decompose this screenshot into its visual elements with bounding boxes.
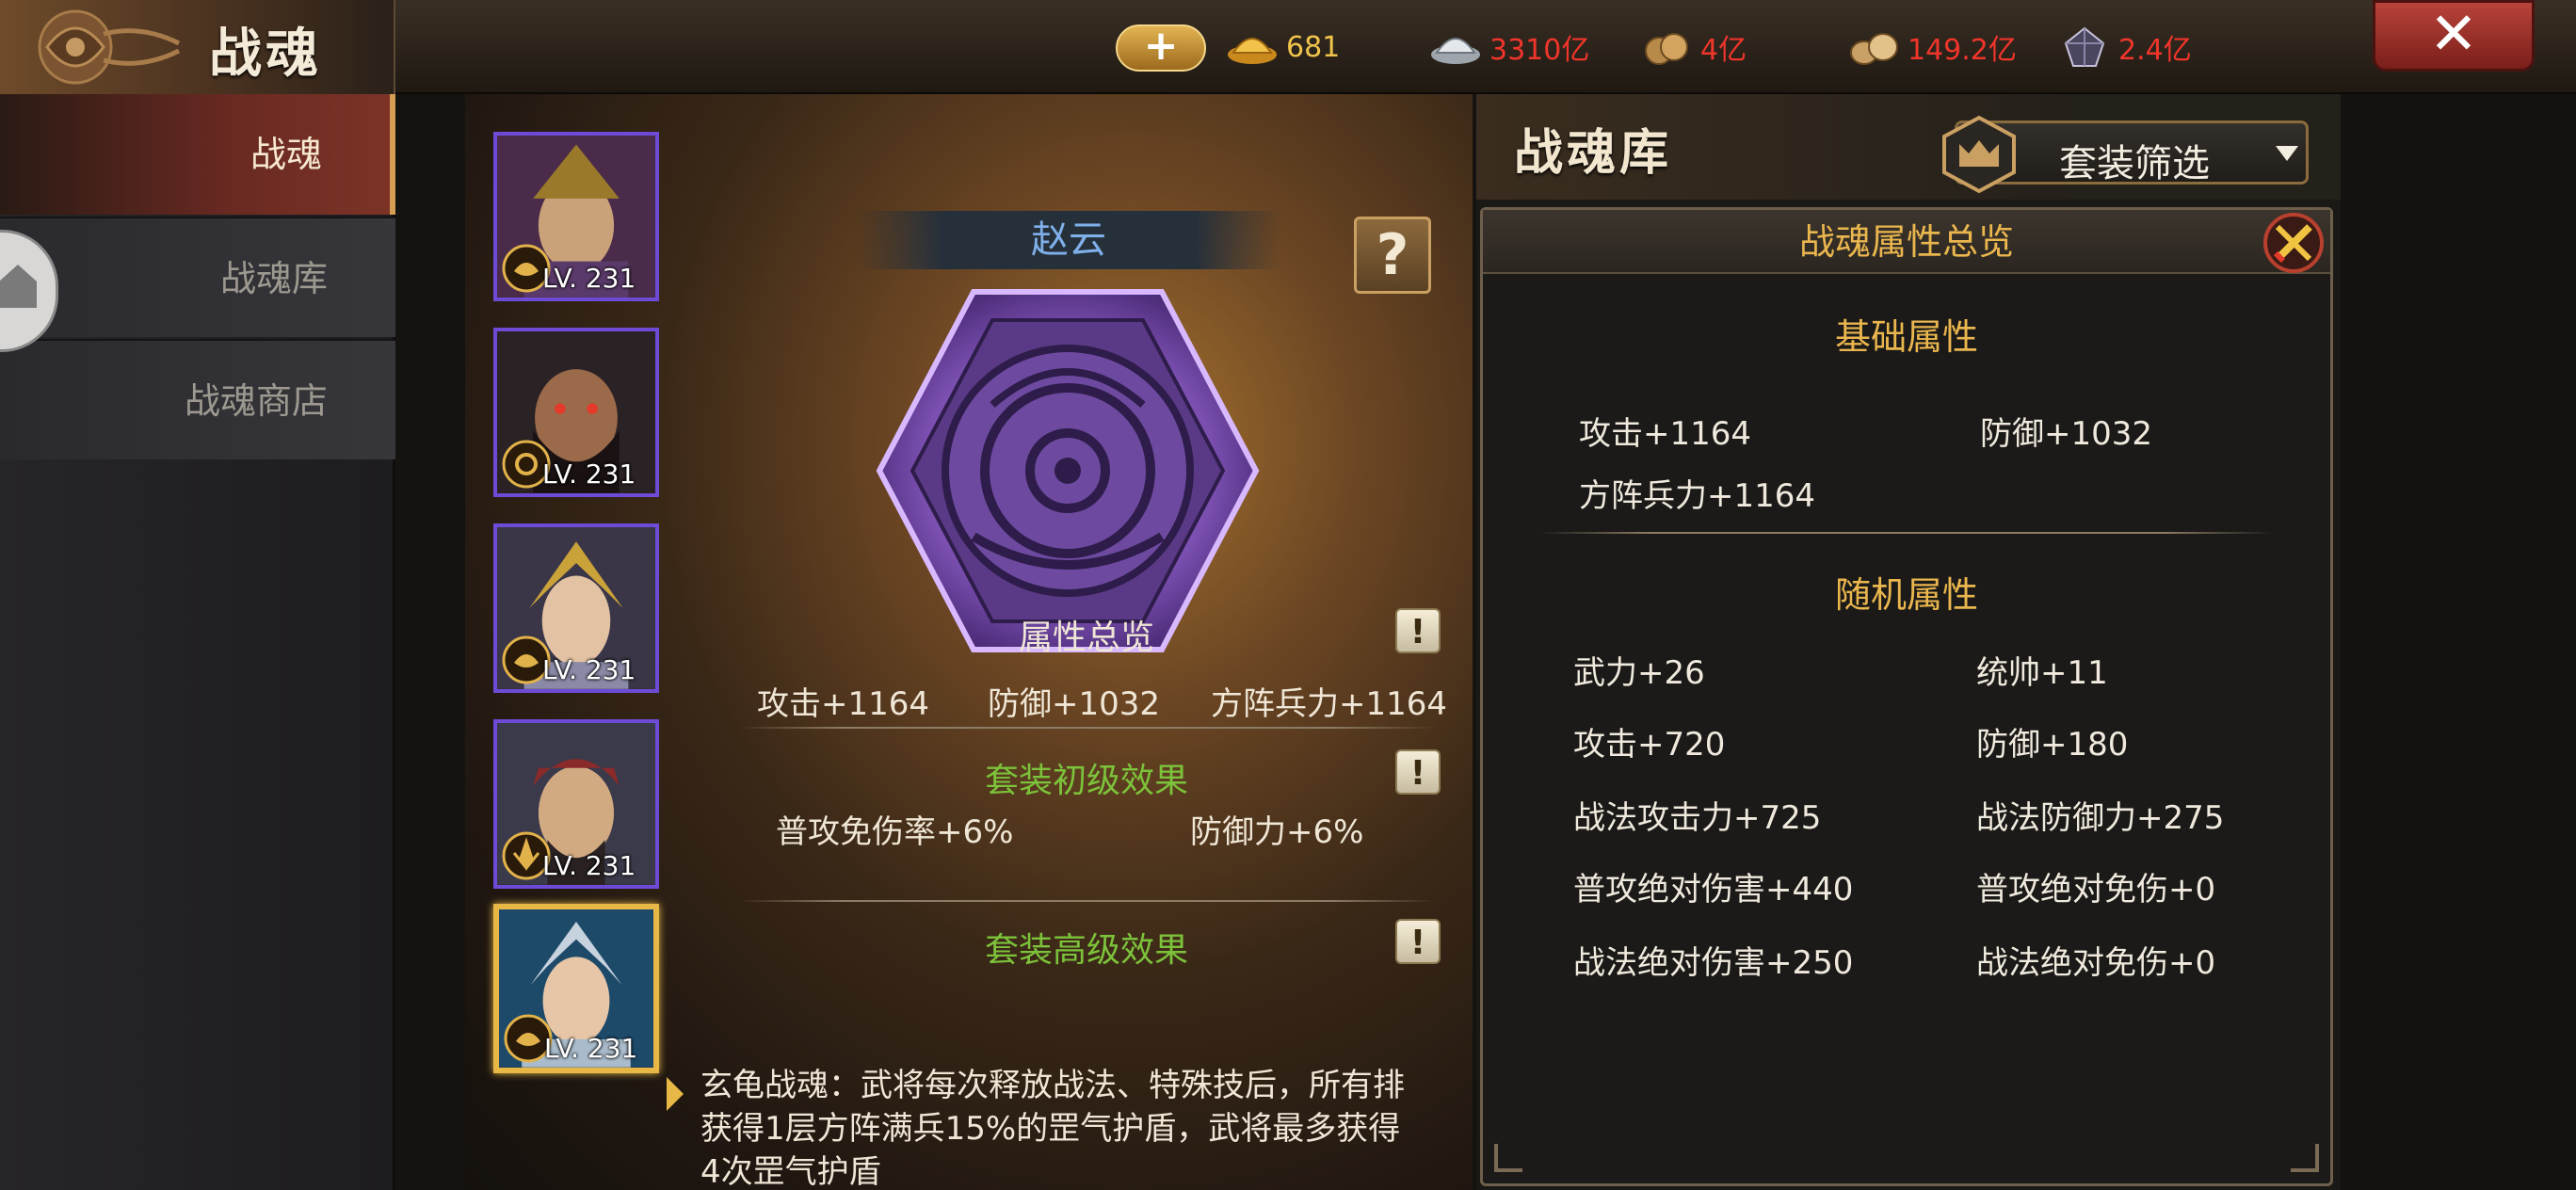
gold-amount: 681 <box>1286 30 1341 64</box>
hero-level: LV. 231 <box>542 654 636 685</box>
overview-stat: 方阵兵力+1164 <box>1211 685 1448 723</box>
selection-arrow <box>667 1077 684 1111</box>
grain-sack-icon <box>1645 33 1688 65</box>
silver-amount: 3310亿 <box>1489 34 1590 67</box>
coin-amount: 149.2亿 <box>1908 34 2017 67</box>
set-advanced-info-button[interactable]: ! <box>1395 919 1441 964</box>
resource-gold: 681 <box>1226 21 1340 73</box>
random-attributes-title: 随机属性 <box>1834 574 1978 616</box>
basic-stat: 防御+1032 <box>1980 415 2153 453</box>
nav-item-war-soul-shop[interactable]: 战魂商店 <box>0 339 395 459</box>
divider <box>1539 532 2274 534</box>
overview-info-button[interactable]: ! <box>1395 608 1441 653</box>
hero-detail-panel: LV. 231 LV. 231 LV. 231 LV. 231 LV. 231 … <box>465 94 1473 1190</box>
hero-level: LV. 231 <box>542 263 636 294</box>
set-filter-dropdown[interactable]: 套装筛选 <box>1942 115 2309 194</box>
overview-title: 属性总览 <box>1018 619 1154 657</box>
help-button[interactable]: ? <box>1354 217 1431 294</box>
attribute-overview-box: 战魂属性总览 基础属性 攻击+1164 防御+1032 方阵兵力+1164 随机… <box>1480 207 2333 1186</box>
set-basic-title: 套装初级效果 <box>984 762 1188 800</box>
top-bar: 战魂 + 681 3310亿 4亿 149.2亿 2.4亿 ✕ <box>0 0 2576 94</box>
library-title: 战魂库 <box>1514 125 1673 182</box>
grain-amount: 4亿 <box>1700 34 1747 67</box>
crossed-swords-close-icon[interactable] <box>2262 212 2325 274</box>
chevron-down-icon <box>2276 146 2298 161</box>
set-basic-stat: 普攻免伤率+6% <box>776 813 1014 851</box>
filter-label: 套装筛选 <box>2059 142 2210 185</box>
random-stat: 防御+180 <box>1976 726 2129 764</box>
crystal-icon <box>2064 26 2105 67</box>
floating-side-tab[interactable] <box>0 230 58 352</box>
nav-item-war-soul[interactable]: 战魂 <box>0 94 395 215</box>
random-stat: 普攻绝对免伤+0 <box>1976 871 2216 909</box>
close-button[interactable]: ✕ <box>2373 0 2535 72</box>
random-stat: 普攻绝对伤害+440 <box>1573 871 1854 909</box>
resource-grain: 4亿 <box>1640 21 1747 73</box>
coin-bag-icon <box>1850 33 1898 65</box>
basic-stat: 方阵兵力+1164 <box>1579 477 1816 515</box>
frame-corner <box>1494 1144 1522 1172</box>
hero-portrait[interactable]: LV. 231 <box>493 719 659 889</box>
basic-attributes-title: 基础属性 <box>1834 316 1978 358</box>
background-strip <box>2341 94 2576 1190</box>
silver-ingot-icon <box>1431 38 1480 64</box>
hero-portrait[interactable]: LV. 231 <box>493 132 659 301</box>
resource-silver: 3310亿 <box>1429 21 1589 73</box>
set-basic-stat: 防御力+6% <box>1190 813 1364 851</box>
resource-coin: 149.2亿 <box>1847 21 2017 73</box>
frame-corner <box>2291 1144 2319 1172</box>
random-stat: 统帅+11 <box>1976 654 2108 692</box>
random-stat: 武力+26 <box>1573 654 1705 692</box>
random-stat: 战法绝对伤害+250 <box>1573 944 1854 982</box>
divider <box>738 900 1435 902</box>
set-advanced-title: 套装高级效果 <box>984 931 1188 970</box>
basic-stat: 攻击+1164 <box>1579 415 1752 453</box>
resource-crystal: 2.4亿 <box>2058 21 2192 73</box>
page-title: 战魂 <box>209 24 322 85</box>
random-stat: 战法绝对免伤+0 <box>1976 944 2216 982</box>
war-soul-library-panel: 战魂库 套装筛选 战魂属性总览 基础属性 攻击+1164 防御+1032 方阵兵… <box>1476 94 2341 1190</box>
dragon-emblem-icon <box>38 9 181 85</box>
hero-level: LV. 231 <box>544 1033 638 1064</box>
hero-portrait[interactable]: LV. 231 <box>493 328 659 497</box>
hero-level: LV. 231 <box>542 850 636 881</box>
left-nav: 战魂 战魂库 战魂商店 <box>0 94 395 1190</box>
set-basic-info-button[interactable]: ! <box>1395 749 1441 795</box>
hero-portrait[interactable]: LV. 231 <box>493 523 659 693</box>
hero-portrait-selected[interactable]: LV. 231 <box>493 904 659 1073</box>
title-plate: 战魂 <box>0 0 395 94</box>
nav-item-war-soul-library[interactable]: 战魂库 <box>0 217 395 337</box>
random-stat: 攻击+720 <box>1573 726 1726 764</box>
library-header: 战魂库 套装筛选 <box>1476 94 2341 200</box>
attribute-overview-title: 战魂属性总览 <box>1483 210 2330 274</box>
overview-stat: 攻击+1164 <box>757 685 930 723</box>
gold-ingot-icon <box>1228 38 1277 64</box>
home-icon <box>0 265 37 308</box>
crystal-amount: 2.4亿 <box>2118 34 2192 67</box>
overview-stat: 防御+1032 <box>988 685 1161 723</box>
filter-crown-icon <box>1942 115 2016 194</box>
add-currency-button[interactable]: + <box>1116 24 1206 72</box>
divider <box>738 727 1435 729</box>
random-stat: 战法攻击力+725 <box>1573 799 1822 837</box>
set-advanced-description: 玄龟战魂：武将每次释放战法、特殊技后，所有排获得1层方阵满兵15%的罡气护盾，武… <box>700 1067 1405 1190</box>
random-stat: 战法防御力+275 <box>1976 799 2225 837</box>
hero-level: LV. 231 <box>542 458 636 490</box>
